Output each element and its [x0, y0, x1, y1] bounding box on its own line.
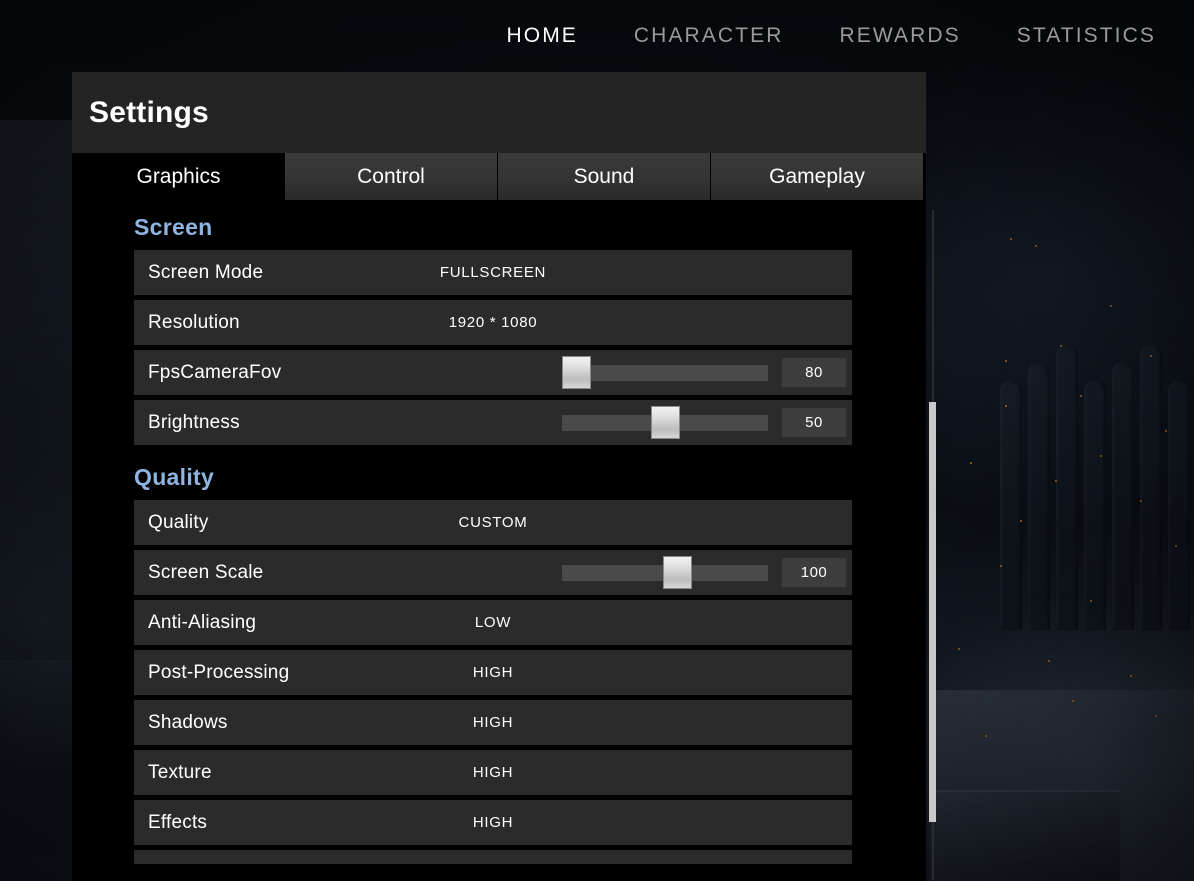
nav-item-character[interactable]: CHARACTER	[634, 24, 784, 48]
settings-row[interactable]: Anti-AliasingLOW	[134, 600, 852, 645]
settings-row-value: 1920 * 1080	[134, 314, 852, 331]
nav-item-statistics[interactable]: STATISTICS	[1017, 24, 1156, 48]
settings-content-area: ScreenScreen ModeFULLSCREEN Resolution192…	[72, 200, 926, 881]
settings-row-label: FpsCameraFov	[134, 362, 281, 384]
settings-slider[interactable]	[562, 400, 774, 445]
settings-row-label: Quality	[134, 512, 209, 534]
settings-row-label: Post-Processing	[134, 662, 289, 684]
settings-slider[interactable]	[562, 350, 774, 395]
settings-row-label: Texture	[134, 762, 212, 784]
settings-row-label: Shadows	[134, 712, 228, 734]
slider-handle[interactable]	[562, 356, 591, 389]
slider-handle[interactable]	[663, 556, 692, 589]
settings-row-value: HIGH	[134, 714, 852, 731]
settings-row-label: Anti-Aliasing	[134, 612, 256, 634]
settings-group-title: Quality	[72, 450, 926, 500]
nav-item-rewards[interactable]: REWARDS	[840, 24, 961, 48]
settings-row-label: Screen Mode	[134, 262, 263, 284]
tab-sound[interactable]: Sound	[498, 153, 711, 200]
slider-value-box: 50	[782, 408, 846, 437]
settings-row[interactable]: EffectsHIGH	[134, 800, 852, 845]
top-navigation-bar: HOME CHARACTER REWARDS STATISTICS	[0, 0, 1194, 72]
slider-value-box: 80	[782, 358, 846, 387]
slider-track[interactable]	[562, 365, 768, 381]
tab-gameplay[interactable]: Gameplay	[711, 153, 924, 200]
page-title: Settings	[89, 96, 209, 130]
settings-row-label: Screen Scale	[134, 562, 263, 584]
settings-row[interactable]: Post-ProcessingHIGH	[134, 650, 852, 695]
scrollbar-thumb[interactable]	[929, 402, 936, 822]
settings-row-value: CUSTOM	[134, 514, 852, 531]
settings-row-value: HIGH	[134, 814, 852, 831]
slider-handle[interactable]	[651, 406, 680, 439]
settings-row[interactable]: TextureHIGH	[134, 750, 852, 795]
settings-row[interactable]: Screen ModeFULLSCREEN	[134, 250, 852, 295]
settings-row[interactable]: FpsCameraFov 80	[134, 350, 852, 395]
settings-row[interactable]: ShadowsHIGH	[134, 700, 852, 745]
settings-group-title: Screen	[72, 200, 926, 250]
settings-panel-header: Settings	[72, 72, 926, 153]
tab-control[interactable]: Control	[285, 153, 498, 200]
settings-panel: Settings GraphicsControlSoundGameplay Sc…	[72, 72, 926, 881]
nav-item-home[interactable]: HOME	[507, 24, 578, 48]
settings-row[interactable]: Resolution1920 * 1080	[134, 300, 852, 345]
settings-tab-bar: GraphicsControlSoundGameplay	[72, 153, 926, 200]
settings-row[interactable]: QualityCUSTOM	[134, 500, 852, 545]
settings-row-label: Brightness	[134, 412, 240, 434]
settings-row-partial[interactable]	[134, 850, 852, 864]
slider-value-box: 100	[782, 558, 846, 587]
settings-row[interactable]: Screen Scale 100	[134, 550, 852, 595]
settings-row-label: Resolution	[134, 312, 240, 334]
settings-row-value: HIGH	[134, 764, 852, 781]
settings-row[interactable]: Brightness 50	[134, 400, 852, 445]
settings-slider[interactable]	[562, 550, 774, 595]
settings-row-label: Effects	[134, 812, 207, 834]
tab-graphics[interactable]: Graphics	[72, 153, 285, 200]
